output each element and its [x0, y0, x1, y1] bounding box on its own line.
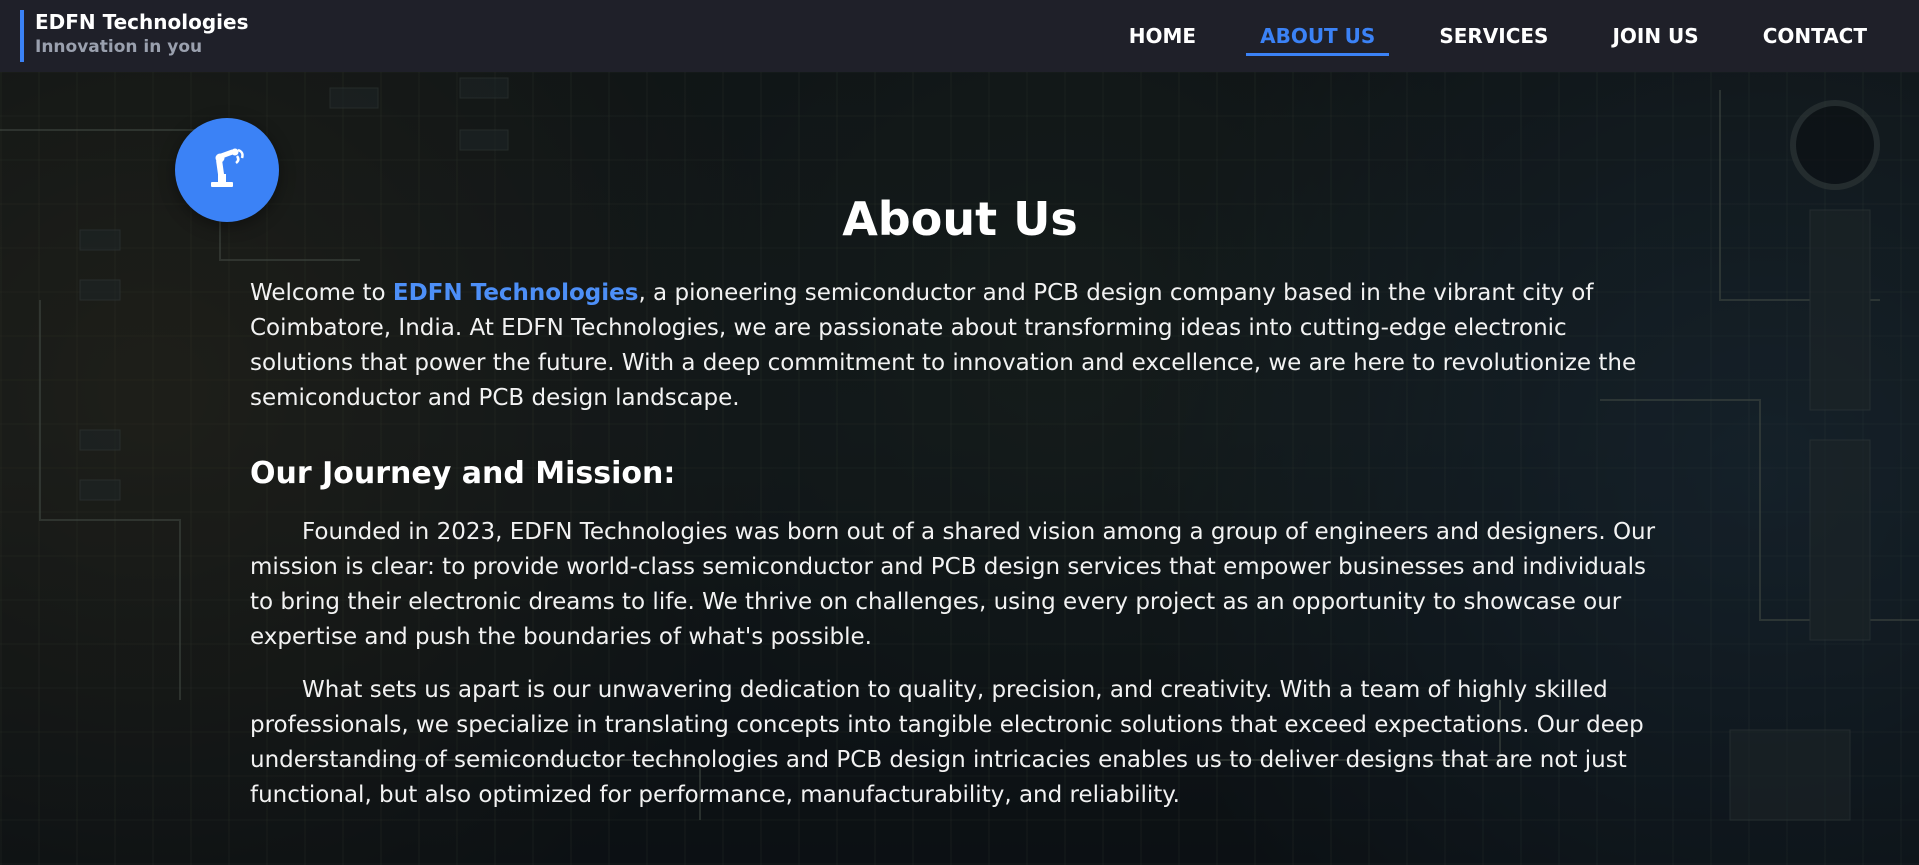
- nav-contact[interactable]: CONTACT: [1749, 0, 1881, 72]
- brand-name: EDFN Technologies: [35, 10, 249, 34]
- brand-tagline: Innovation in you: [35, 37, 203, 57]
- brand-logo[interactable]: EDFN Technologies Innovation in you: [20, 10, 249, 62]
- intro-paragraph: Welcome to EDFN Technologies, a pioneeri…: [250, 276, 1670, 416]
- main-nav: HOME ABOUT US SERVICES JOIN US CONTACT: [1079, 0, 1881, 72]
- nav-join-us[interactable]: JOIN US: [1598, 0, 1712, 72]
- journey-heading: Our Journey and Mission:: [250, 456, 676, 491]
- nav-services[interactable]: SERVICES: [1425, 0, 1562, 72]
- nav-about-us[interactable]: ABOUT US: [1246, 0, 1390, 72]
- journey-paragraph-1: Founded in 2023, EDFN Technologies was b…: [250, 519, 1656, 650]
- intro-prefix: Welcome to: [250, 280, 393, 306]
- journey-paragraph-2: What sets us apart is our unwavering ded…: [250, 677, 1644, 808]
- about-content: About Us Welcome to EDFN Technologies, a…: [250, 180, 1670, 831]
- robot-arm-icon: [205, 146, 249, 194]
- nav-home[interactable]: HOME: [1115, 0, 1210, 72]
- robot-arm-button[interactable]: [175, 118, 279, 222]
- company-highlight: EDFN Technologies: [392, 280, 639, 306]
- site-header: EDFN Technologies Innovation in you HOME…: [0, 0, 1919, 72]
- page-title: About Us: [842, 192, 1078, 246]
